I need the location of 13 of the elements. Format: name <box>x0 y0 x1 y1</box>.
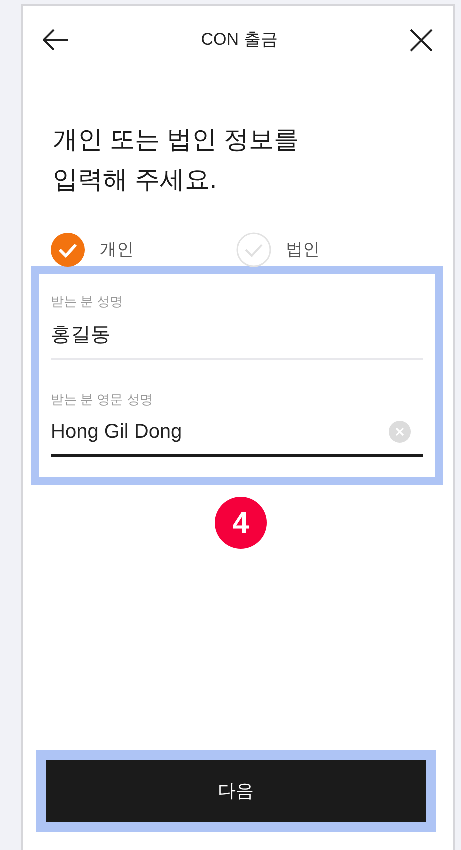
radio-option[interactable]: 개인 <box>50 232 236 268</box>
field-label: 받는 분 영문 성명 <box>51 390 154 408</box>
radio-option[interactable]: 법인 <box>236 232 422 268</box>
heading-line: 입력해 주세요. <box>53 165 218 196</box>
next-button[interactable]: 다음 <box>46 760 426 822</box>
input-field[interactable]: 홍길동 <box>51 312 423 360</box>
input-field[interactable]: Hong Gil Dong <box>51 409 423 457</box>
field-label: 받는 분 성명 <box>51 293 124 311</box>
close-icon[interactable] <box>410 28 433 52</box>
step-badge: 4 <box>215 497 267 549</box>
heading-line: 개인 또는 법인 정보를 <box>53 125 300 156</box>
screen-title: CON 출금 <box>201 29 278 52</box>
back-arrow-icon[interactable] <box>43 29 69 51</box>
